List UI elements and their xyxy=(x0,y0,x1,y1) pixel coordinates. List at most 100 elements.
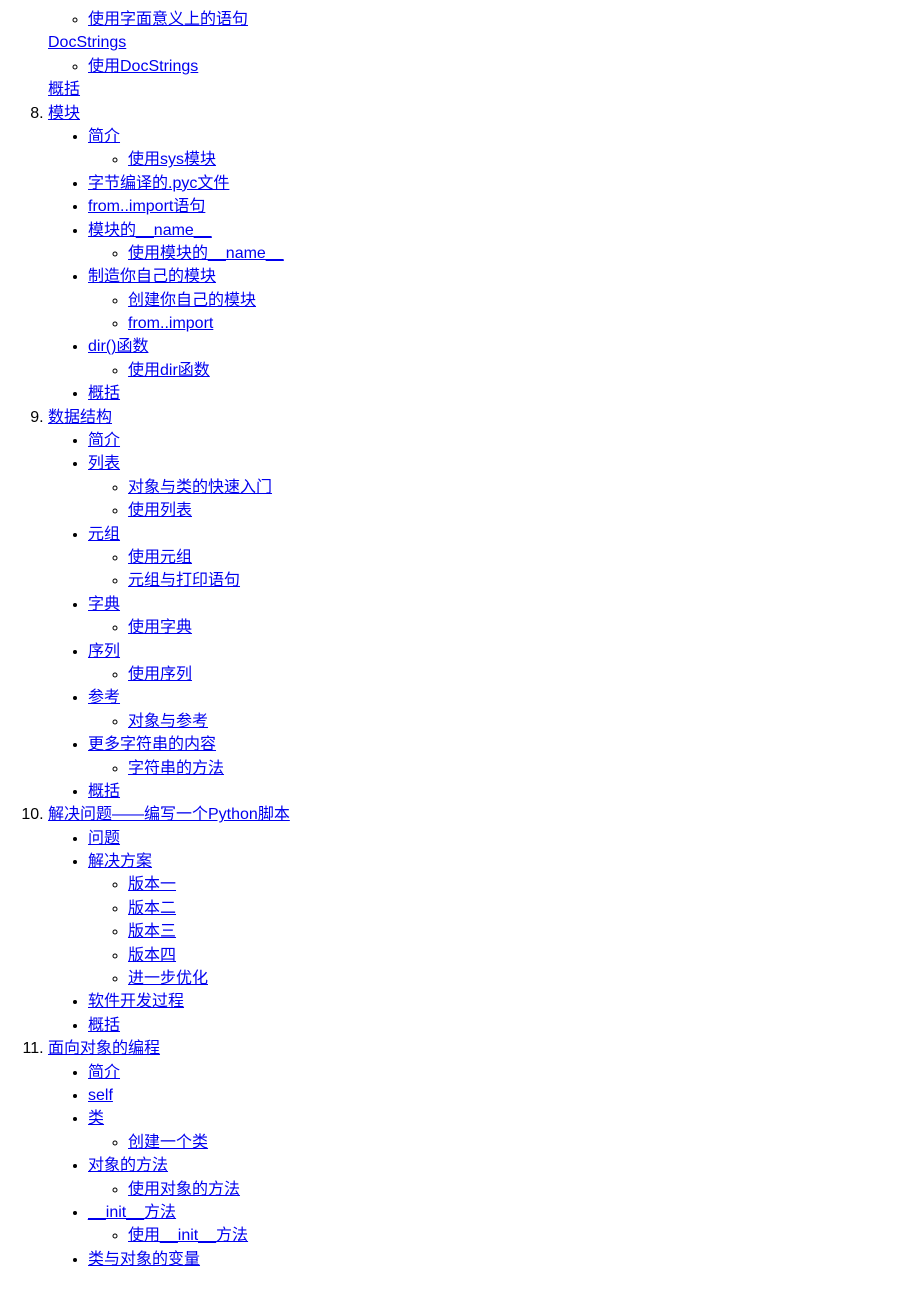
section-link[interactable]: 字典 xyxy=(88,596,120,613)
section-link[interactable]: 简介 xyxy=(88,128,120,145)
subsection-link[interactable]: 使用序列 xyxy=(128,666,192,683)
subsection-link[interactable]: 字符串的方法 xyxy=(128,760,224,777)
subsection-list: 使用字典 xyxy=(88,617,912,639)
chapter-section-list: 简介列表对象与类的快速入门使用列表元组使用元组元组与打印语句字典使用字典序列使用… xyxy=(48,430,912,803)
link-summary-7[interactable]: 概括 xyxy=(48,81,80,98)
subsection-link[interactable]: 对象与参考 xyxy=(128,713,208,730)
subsection-list: 使用sys模块 xyxy=(88,149,912,171)
chapter-link[interactable]: 模块 xyxy=(48,105,80,122)
section-item: from..import语句 xyxy=(88,196,912,218)
subsection-list: 对象与参考 xyxy=(88,711,912,733)
section-link[interactable]: 简介 xyxy=(88,1064,120,1081)
section-link[interactable]: from..import语句 xyxy=(88,198,205,215)
subsection-item: 进一步优化 xyxy=(128,968,912,990)
subsection-link[interactable]: 元组与打印语句 xyxy=(128,572,240,589)
section-item: self xyxy=(88,1085,912,1107)
section-item: 字典使用字典 xyxy=(88,594,912,640)
subsection-link[interactable]: 使用列表 xyxy=(128,502,192,519)
subsection-item: 元组与打印语句 xyxy=(128,570,912,592)
subsection-item: 使用序列 xyxy=(128,664,912,686)
section-link[interactable]: 概括 xyxy=(88,1017,120,1034)
partial-top-subitem: 使用字面意义上的语句 xyxy=(88,9,912,31)
subsection-item: 对象与参考 xyxy=(128,711,912,733)
section-link[interactable]: 制造你自己的模块 xyxy=(88,268,216,285)
subsection-list: 字符串的方法 xyxy=(88,758,912,780)
subsection-item: 使用sys模块 xyxy=(128,149,912,171)
section-link[interactable]: 类 xyxy=(88,1110,104,1127)
section-item: 概括 xyxy=(88,781,912,803)
chapter-link[interactable]: 数据结构 xyxy=(48,409,112,426)
subsection-link[interactable]: 创建你自己的模块 xyxy=(128,292,256,309)
subsection-item: 版本二 xyxy=(128,898,912,920)
section-item: 问题 xyxy=(88,828,912,850)
section-item: 概括 xyxy=(88,1015,912,1037)
chapter-section-list: 简介使用sys模块字节编译的.pyc文件 from..import语句模块的__n… xyxy=(48,126,912,406)
section-link[interactable]: 问题 xyxy=(88,830,120,847)
subsection-link[interactable]: 使用元组 xyxy=(128,549,192,566)
link-partial-top-sub[interactable]: 使用字面意义上的语句 xyxy=(88,11,248,28)
subsection-link[interactable]: 对象与类的快速入门 xyxy=(128,479,272,496)
section-link[interactable]: 软件开发过程 xyxy=(88,993,184,1010)
section-item: 列表对象与类的快速入门使用列表 xyxy=(88,453,912,522)
subsection-link[interactable]: 进一步优化 xyxy=(128,970,208,987)
section-item: 简介 xyxy=(88,1062,912,1084)
chapter-link[interactable]: 解决问题——编写一个Python脚本 xyxy=(48,806,290,823)
section-link[interactable]: 简介 xyxy=(88,432,120,449)
subsection-link[interactable]: 使用模块的__name__ xyxy=(128,245,284,262)
chapter-10: 解决问题——编写一个Python脚本问题解决方案版本一版本二版本三版本四进一步优… xyxy=(48,804,912,1037)
chapter-link[interactable]: 面向对象的编程 xyxy=(48,1040,160,1057)
section-item: 序列使用序列 xyxy=(88,641,912,687)
link-docstrings-sub[interactable]: 使用DocStrings xyxy=(88,58,198,75)
section-link[interactable]: 类与对象的变量 xyxy=(88,1251,200,1268)
subsection-link[interactable]: 版本四 xyxy=(128,947,176,964)
link-docstrings[interactable]: DocStrings xyxy=(48,34,126,51)
section-link[interactable]: 概括 xyxy=(88,385,120,402)
subsection-list: 对象与类的快速入门使用列表 xyxy=(88,477,912,523)
subsection-item: 对象与类的快速入门 xyxy=(128,477,912,499)
section-link[interactable]: 对象的方法 xyxy=(88,1157,168,1174)
subsection-list: 使用序列 xyxy=(88,664,912,686)
section-link[interactable]: 参考 xyxy=(88,689,120,706)
subsection-link[interactable]: 创建一个类 xyxy=(128,1134,208,1151)
subsection-link[interactable]: 使用字典 xyxy=(128,619,192,636)
section-item: 类与对象的变量 xyxy=(88,1249,912,1271)
section-link[interactable]: 概括 xyxy=(88,783,120,800)
section-link[interactable]: 更多字符串的内容 xyxy=(88,736,216,753)
subsection-link[interactable]: 版本三 xyxy=(128,923,176,940)
section-link[interactable]: __init__方法 xyxy=(88,1204,176,1221)
subsection-link[interactable]: 使用dir函数 xyxy=(128,362,210,379)
subsection-list: 创建你自己的模块 from..import xyxy=(88,290,912,336)
section-link[interactable]: 字节编译的.pyc文件 xyxy=(88,175,229,192)
docstrings-subitem: 使用DocStrings xyxy=(88,56,912,78)
section-link[interactable]: 元组 xyxy=(88,526,120,543)
section-item: dir()函数使用dir函数 xyxy=(88,336,912,382)
section-link[interactable]: 序列 xyxy=(88,643,120,660)
chapter-8: 模块简介使用sys模块字节编译的.pyc文件 from..import语句模块的_… xyxy=(48,103,912,406)
subsection-list: 版本一版本二版本三版本四进一步优化 xyxy=(88,874,912,990)
section-link[interactable]: 解决方案 xyxy=(88,853,152,870)
chapter-section-list: 问题解决方案版本一版本二版本三版本四进一步优化软件开发过程概括 xyxy=(48,828,912,1038)
section-item: 参考对象与参考 xyxy=(88,687,912,733)
subsection-link[interactable]: 使用对象的方法 xyxy=(128,1181,240,1198)
subsection-list: 使用模块的__name__ xyxy=(88,243,912,265)
section-link[interactable]: 模块的__name__ xyxy=(88,222,212,239)
subsection-list: 使用dir函数 xyxy=(88,360,912,382)
subsection-item: 使用元组 xyxy=(128,547,912,569)
subsection-link[interactable]: from..import xyxy=(128,315,213,332)
chapter-section-list: 简介 self 类创建一个类对象的方法使用对象的方法 __init__方法使用__in… xyxy=(48,1062,912,1272)
subsection-item: 使用列表 xyxy=(128,500,912,522)
section-item: 解决方案版本一版本二版本三版本四进一步优化 xyxy=(88,851,912,990)
subsection-list: 使用__init__方法 xyxy=(88,1225,912,1247)
section-link[interactable]: dir()函数 xyxy=(88,338,148,355)
section-item: 简介使用sys模块 xyxy=(88,126,912,172)
subsection-link[interactable]: 使用__init__方法 xyxy=(128,1227,248,1244)
subsection-link[interactable]: 版本二 xyxy=(128,900,176,917)
subsection-link[interactable]: 使用sys模块 xyxy=(128,151,216,168)
subsection-link[interactable]: 版本一 xyxy=(128,876,176,893)
section-link[interactable]: 列表 xyxy=(88,455,120,472)
section-link[interactable]: self xyxy=(88,1087,113,1104)
toc-item-summary-7: 概括 xyxy=(48,79,912,101)
subsection-item: 版本一 xyxy=(128,874,912,896)
chapter-9: 数据结构简介列表对象与类的快速入门使用列表元组使用元组元组与打印语句字典使用字典… xyxy=(48,407,912,804)
section-item: 元组使用元组元组与打印语句 xyxy=(88,524,912,593)
